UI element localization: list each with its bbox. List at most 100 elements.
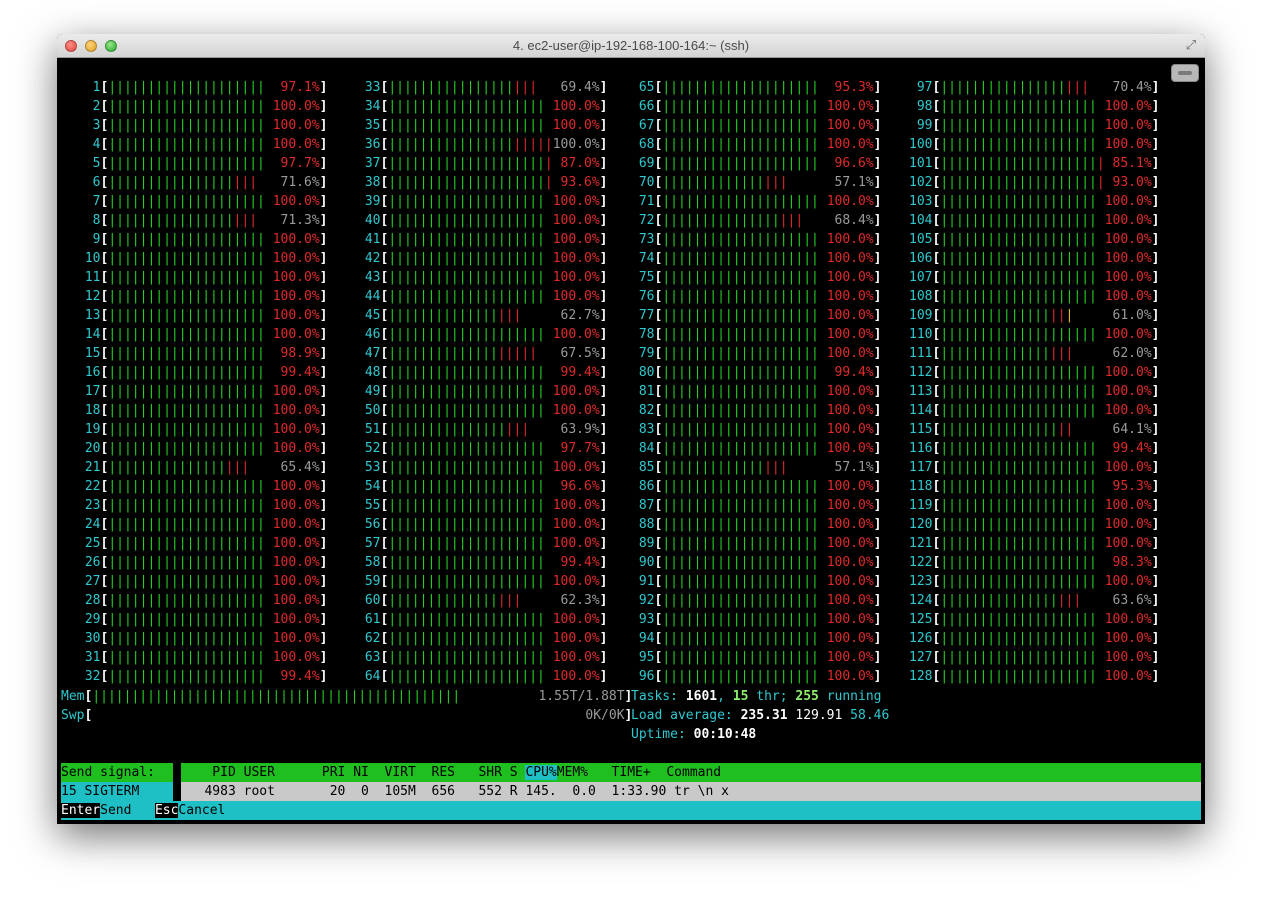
- col-time: TIME+: [611, 765, 667, 780]
- cpu-percent: 99.4%: [280, 669, 320, 684]
- proc-pid: 4983: [181, 784, 244, 799]
- proc-pri: 20: [314, 784, 354, 799]
- cpu-usage-bar: ||||||||||||||||||||: [662, 479, 819, 494]
- cpu-id: 88: [631, 517, 655, 532]
- cpu-percent: 97.7%: [280, 156, 320, 171]
- scroll-toggle-button[interactable]: [1171, 64, 1199, 82]
- cpu-usage-bar: |||||||||||||||||||: [388, 346, 538, 361]
- cpu-percent: 100.0%: [826, 308, 874, 323]
- cpu-percent: 100.0%: [272, 137, 320, 152]
- cpu-percent: 100.0%: [826, 517, 874, 532]
- cpu-meter-99: 99[|||||||||||||||||||| 100.0%]: [909, 118, 1160, 133]
- cpu-id: 49: [357, 384, 381, 399]
- running-count: 255: [795, 689, 819, 704]
- cpu-percent: 100.0%: [272, 232, 320, 247]
- cpu-id: 66: [631, 99, 655, 114]
- cpu-meter-114: 114[|||||||||||||||||||| 100.0%]: [909, 403, 1160, 418]
- cpu-usage-bar: ||||||||||||||||||||: [940, 251, 1097, 266]
- cpu-percent: 100.0%: [1104, 99, 1152, 114]
- cpu-percent: 99.4%: [560, 365, 600, 380]
- cpu-id: 43: [357, 270, 381, 285]
- cpu-id: 103: [909, 194, 933, 209]
- cpu-meter-6: 6[||||||||||||||||||| 71.6%]: [77, 175, 328, 190]
- cpu-id: 125: [909, 612, 933, 627]
- cpu-meter-52: 52[|||||||||||||||||||| 97.7%]: [357, 441, 608, 456]
- cpu-meter-72: 72[|||||||||||||||||| 68.4%]: [631, 213, 882, 228]
- cpu-id: 58: [357, 555, 381, 570]
- cpu-meter-123: 123[|||||||||||||||||||| 100.0%]: [909, 574, 1160, 589]
- cpu-meter-85: 85[|||||||||||||||| 57.1%]: [631, 460, 882, 475]
- cpu-usage-bar: ||||||||||||||||||||: [388, 669, 545, 684]
- signal-sigterm-item[interactable]: 15 SIGTERM: [61, 782, 173, 801]
- cpu-id: 48: [357, 365, 381, 380]
- cpu-meter-100: 100[|||||||||||||||||||| 100.0%]: [909, 137, 1160, 152]
- cpu-percent: 100.0%: [826, 555, 874, 570]
- cpu-usage-bar: ||||||||||||||||||||: [940, 213, 1097, 228]
- proc-res: 656: [423, 784, 463, 799]
- cpu-meter-93: 93[|||||||||||||||||||| 100.0%]: [631, 612, 882, 627]
- cpu-percent: 100.0%: [1104, 460, 1152, 475]
- cpu-usage-bar: ||||||||||||||||||||: [940, 650, 1097, 665]
- cpu-meter-18: 18[|||||||||||||||||||| 100.0%]: [77, 403, 328, 418]
- cpu-percent: 100.0%: [552, 99, 600, 114]
- proc-user: root: [243, 784, 315, 799]
- cpu-meter-26: 26[|||||||||||||||||||| 100.0%]: [77, 555, 328, 570]
- cpu-meter-20: 20[|||||||||||||||||||| 100.0%]: [77, 441, 328, 456]
- cpu-id: 39: [357, 194, 381, 209]
- cpu-usage-bar: ||||||||||||||||||||: [388, 327, 545, 342]
- cpu-id: 70: [631, 175, 655, 190]
- cpu-meter-67: 67[|||||||||||||||||||| 100.0%]: [631, 118, 882, 133]
- cpu-meter-86: 86[|||||||||||||||||||| 100.0%]: [631, 479, 882, 494]
- cpu-id: 127: [909, 650, 933, 665]
- cpu-usage-bar: ||||||||||||||||||: [662, 213, 804, 228]
- cpu-percent: 100.0%: [552, 460, 600, 475]
- key-esc[interactable]: Esc: [154, 803, 179, 818]
- cpu-percent: 100.0%: [1104, 384, 1152, 399]
- cpu-usage-bar: ||||||||||||||||||||: [940, 574, 1097, 589]
- cpu-percent: 57.1%: [834, 175, 874, 190]
- cpu-id: 100: [909, 137, 933, 152]
- cpu-percent: 100.0%: [552, 536, 600, 551]
- col-pid: PID: [181, 765, 244, 780]
- cpu-meter-44: 44[|||||||||||||||||||| 100.0%]: [357, 289, 608, 304]
- cpu-percent: 100.0%: [272, 308, 320, 323]
- cpu-percent: 68.4%: [834, 213, 874, 228]
- cpu-usage-bar: ||||||||||||||||||||: [662, 137, 819, 152]
- cpu-id: 22: [77, 479, 101, 494]
- cpu-usage-bar: ||||||||||||||||||||: [108, 536, 265, 551]
- cpu-usage-bar: ||||||||||||||||||||: [940, 460, 1097, 475]
- cpu-id: 23: [77, 498, 101, 513]
- cpu-usage-bar: ||||||||||||||||||||: [940, 327, 1097, 342]
- cpu-id: 98: [909, 99, 933, 114]
- cpu-percent: 100.0%: [826, 536, 874, 551]
- cpu-meter-32: 32[|||||||||||||||||||| 99.4%]: [77, 669, 328, 684]
- cpu-meter-65: 65[|||||||||||||||||||| 95.3%]: [631, 80, 882, 95]
- cpu-meter-57: 57[|||||||||||||||||||| 100.0%]: [357, 536, 608, 551]
- cpu-id: 54: [357, 479, 381, 494]
- key-label-send[interactable]: Send: [100, 803, 155, 818]
- cpu-usage-bar: ||||||||||||||||||||: [940, 289, 1097, 304]
- fullscreen-icon[interactable]: ⤢: [1183, 38, 1199, 54]
- cpu-id: 116: [909, 441, 933, 456]
- cpu-usage-bar: ||||||||||||||||||||: [940, 384, 1097, 399]
- cpu-usage-bar: ||||||||||||||||||||: [108, 308, 265, 323]
- cpu-percent: 100.0%: [552, 327, 600, 342]
- cpu-meter-92: 92[|||||||||||||||||||| 100.0%]: [631, 593, 882, 608]
- cpu-id: 31: [77, 650, 101, 665]
- cpu-percent: 97.7%: [560, 441, 600, 456]
- cpu-percent: 100.0%: [1104, 251, 1152, 266]
- cpu-id: 76: [631, 289, 655, 304]
- key-label-cancel[interactable]: Cancel: [178, 803, 256, 818]
- cpu-percent: 61.0%: [1112, 308, 1152, 323]
- cpu-meter-64: 64[|||||||||||||||||||| 100.0%]: [357, 669, 608, 684]
- cpu-usage-bar: |||||||||||||||||||||: [388, 156, 553, 171]
- load-1min: 235.31: [740, 708, 788, 723]
- cpu-usage-bar: |||||||||||||||||||: [108, 175, 258, 190]
- process-row-selected[interactable]: 4983 root 20 0 105M 656 552 R 145. 0.0 1…: [181, 782, 1201, 801]
- terminal-content[interactable]: 1[|||||||||||||||||||| 97.1%] 2[||||||||…: [57, 58, 1205, 824]
- cpu-id: 15: [77, 346, 101, 361]
- cpu-id: 105: [909, 232, 933, 247]
- cpu-percent: 98.9%: [280, 346, 320, 361]
- cpu-usage-bar: ||||||||||||||||||||: [108, 441, 265, 456]
- key-enter[interactable]: Enter: [61, 803, 101, 818]
